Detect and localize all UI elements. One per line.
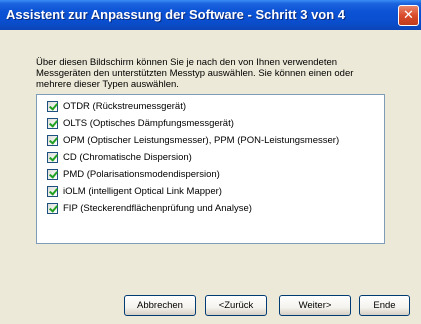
back-button[interactable]: <Zurück	[205, 295, 267, 316]
finish-button[interactable]: Ende	[359, 295, 410, 316]
window-title: Assistent zur Anpassung der Software - S…	[6, 7, 346, 22]
cancel-button[interactable]: Abbrechen	[124, 295, 196, 316]
checkbox-olts[interactable]	[47, 118, 58, 129]
checkbox-opm[interactable]	[47, 135, 58, 146]
title-bar: Assistent zur Anpassung der Software - S…	[0, 0, 421, 30]
list-item-otdr[interactable]: OTDR (Rückstreumessgerät)	[37, 98, 384, 115]
list-item-opm[interactable]: OPM (Optischer Leistungsmesser), PPM (PO…	[37, 132, 384, 149]
item-label: iOLM (intelligent Optical Link Mapper)	[63, 186, 222, 197]
measurement-type-list: OTDR (Rückstreumessgerät) OLTS (Optische…	[36, 94, 385, 244]
item-label: OTDR (Rückstreumessgerät)	[63, 101, 186, 112]
list-item-fip[interactable]: FIP (Steckerendflächenprüfung und Analys…	[37, 200, 384, 217]
list-item-olts[interactable]: OLTS (Optisches Dämpfungsmessgerät)	[37, 115, 384, 132]
close-button[interactable]: ✕	[398, 5, 419, 26]
list-item-iolm[interactable]: iOLM (intelligent Optical Link Mapper)	[37, 183, 384, 200]
item-label: OPM (Optischer Leistungsmesser), PPM (PO…	[63, 135, 340, 146]
list-item-cd[interactable]: CD (Chromatische Dispersion)	[37, 149, 384, 166]
description-text: Über diesen Bildschirm können Sie je nac…	[36, 57, 354, 90]
checkbox-iolm[interactable]	[47, 186, 58, 197]
item-label: OLTS (Optisches Dämpfungsmessgerät)	[63, 118, 234, 129]
item-label: PMD (Polarisationsmodendispersion)	[63, 169, 220, 180]
item-label: FIP (Steckerendflächenprüfung und Analys…	[63, 203, 252, 214]
checkbox-pmd[interactable]	[47, 169, 58, 180]
checkbox-fip[interactable]	[47, 203, 58, 214]
next-button[interactable]: Weiter>	[279, 295, 351, 316]
item-label: CD (Chromatische Dispersion)	[63, 152, 192, 163]
close-icon: ✕	[403, 7, 414, 22]
checkbox-otdr[interactable]	[47, 101, 58, 112]
checkbox-cd[interactable]	[47, 152, 58, 163]
dialog-content: Über diesen Bildschirm können Sie je nac…	[0, 30, 421, 324]
list-item-pmd[interactable]: PMD (Polarisationsmodendispersion)	[37, 166, 384, 183]
